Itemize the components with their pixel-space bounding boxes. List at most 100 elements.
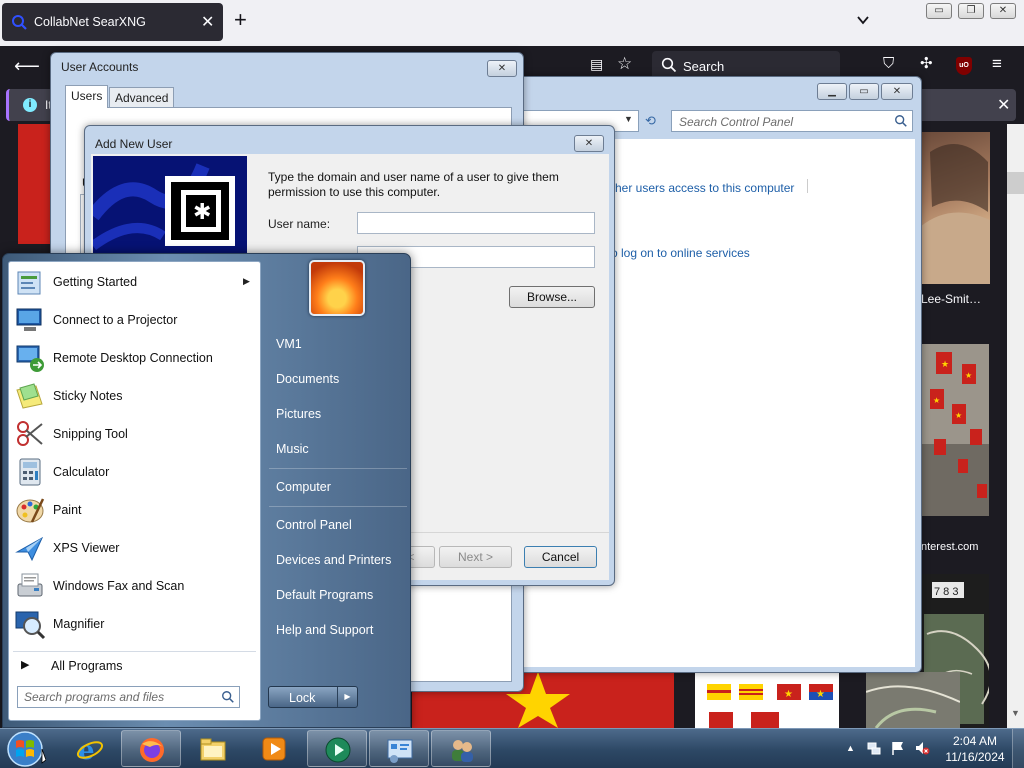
refresh-icon[interactable]: ⟲ <box>645 113 656 129</box>
sm-item-calculator[interactable]: Calculator <box>9 453 260 491</box>
cp-maximize-button[interactable]: ▭ <box>849 83 879 100</box>
show-desktop-button[interactable] <box>1012 729 1024 768</box>
taskbar-firefox[interactable] <box>121 730 181 767</box>
user-name-label: User name: <box>268 217 331 231</box>
clock-date[interactable]: 11/16/2024 <box>940 750 1010 764</box>
pocket-icon[interactable]: ⛉ <box>883 55 894 72</box>
image-tile-street-flags[interactable]: ★ ★ ★ ★ <box>922 344 989 516</box>
window-minimize-button[interactable]: ▭ <box>926 3 952 19</box>
network-icon[interactable] <box>866 740 882 756</box>
cp-link-online-services[interactable]: o log on to online services <box>611 246 750 260</box>
media-center-icon <box>325 737 351 763</box>
taskbar-internet-explorer[interactable]: e <box>60 730 120 767</box>
cancel-button[interactable]: Cancel <box>524 546 597 568</box>
page-scrollbar-thumb[interactable] <box>1007 172 1024 194</box>
chevron-down-icon[interactable] <box>855 12 871 28</box>
volume-muted-icon[interactable] <box>914 740 930 756</box>
sm-item-xps-viewer[interactable]: XPS Viewer <box>9 529 260 567</box>
browser-tab[interactable]: CollabNet SearXNG ✕ <box>2 3 223 41</box>
sm-item-label: Paint <box>53 503 82 517</box>
back-arrow-icon[interactable]: ⟵ <box>14 56 40 77</box>
tray-expand-icon[interactable]: ▲ <box>846 743 855 753</box>
ublock-origin-icon[interactable]: uO <box>956 57 972 75</box>
sm-right-label: VM1 <box>276 337 302 351</box>
sm-item-magnifier[interactable]: Magnifier <box>9 605 260 643</box>
sm-right-label: Music <box>276 442 309 456</box>
info-icon: i <box>23 98 37 112</box>
image-source-caption[interactable]: nterest.com <box>921 541 978 553</box>
sm-item-snipping-tool[interactable]: Snipping Tool <box>9 415 260 453</box>
sm-item-remote-desktop[interactable]: Remote Desktop Connection <box>9 339 260 377</box>
sm-right-default-programs[interactable]: Default Programs <box>269 580 409 610</box>
tab-close-icon[interactable]: ✕ <box>201 12 214 32</box>
sm-item-sticky-notes[interactable]: Sticky Notes <box>9 377 260 415</box>
start-menu-separator <box>13 651 256 652</box>
ua-close-button[interactable]: ✕ <box>487 60 517 77</box>
sm-right-music[interactable]: Music <box>269 434 409 464</box>
fax-scan-icon <box>17 573 43 597</box>
sm-right-documents[interactable]: Documents <box>269 364 409 394</box>
taskbar-user-accounts[interactable] <box>431 730 491 767</box>
paint-icon <box>16 498 45 523</box>
cp-close-button[interactable]: ✕ <box>881 83 913 100</box>
new-tab-icon[interactable]: + <box>234 9 247 31</box>
sm-item-fax-scan[interactable]: Windows Fax and Scan <box>9 567 260 605</box>
user-avatar[interactable] <box>309 260 365 316</box>
wizard-key-icon: ✱ <box>93 156 247 256</box>
taskbar-control-panel[interactable] <box>369 730 429 767</box>
taskbar-explorer[interactable] <box>183 730 243 767</box>
sm-right-devices-printers[interactable]: Devices and Printers <box>269 545 409 575</box>
sm-right-help-support[interactable]: Help and Support <box>269 615 409 645</box>
start-button[interactable] <box>4 729 47 768</box>
users-wizard-art: ✱ <box>93 156 247 256</box>
shutdown-options-arrow-icon[interactable]: ▶ <box>337 687 357 707</box>
hamburger-menu-icon[interactable]: ≡ <box>992 54 1002 74</box>
address-dropdown-icon[interactable]: ▼ <box>624 114 633 124</box>
taskbar: e ▲ 2:04 AM 11/16/2024 <box>0 728 1024 768</box>
bookmark-star-icon[interactable]: ☆ <box>617 54 632 74</box>
flags-chart-image[interactable]: ★ ★ <box>695 672 839 728</box>
browser-tab-strip: CollabNet SearXNG ✕ + ▭ ❐ ✕ <box>0 0 1024 46</box>
start-search-input[interactable]: Search programs and files <box>17 686 240 708</box>
notification-close-icon[interactable]: ✕ <box>997 95 1010 115</box>
sm-item-getting-started[interactable]: Getting Started ▶ <box>9 263 260 301</box>
svg-text:✱: ✱ <box>193 200 211 225</box>
sm-right-label: Control Panel <box>276 518 352 532</box>
extensions-puzzle-icon[interactable]: ✣ <box>920 54 933 72</box>
tab-advanced[interactable]: Advanced <box>109 87 175 107</box>
anu-close-button[interactable]: ✕ <box>574 135 604 152</box>
next-button[interactable]: Next > <box>439 546 512 568</box>
sm-item-paint[interactable]: Paint <box>9 491 260 529</box>
map-image-bottom[interactable] <box>866 672 960 728</box>
cp-link-other-users[interactable]: other users access to this computer <box>605 181 794 195</box>
cp-search-input[interactable]: Search Control Panel <box>671 110 913 132</box>
clock-time[interactable]: 2:04 AM <box>940 734 1010 748</box>
sm-right-control-panel[interactable]: Control Panel <box>269 510 409 540</box>
sm-right-pictures[interactable]: Pictures <box>269 399 409 429</box>
sm-right-computer[interactable]: Computer <box>269 472 409 502</box>
window-restore-button[interactable]: ❐ <box>958 3 984 19</box>
image-tile-portrait[interactable] <box>920 132 990 284</box>
lock-button[interactable]: Lock ▶ <box>268 686 358 708</box>
sm-item-projector[interactable]: Connect to a Projector <box>9 301 260 339</box>
browse-button[interactable]: Browse... <box>509 286 595 308</box>
cp-minimize-button[interactable]: ▁ <box>817 83 847 100</box>
magnifier-icon <box>15 611 46 640</box>
taskbar-media-player[interactable] <box>244 730 304 767</box>
search-icon <box>661 57 677 73</box>
taskbar-media-center[interactable] <box>307 730 367 767</box>
submenu-arrow-icon[interactable]: ▶ <box>243 276 250 287</box>
image-caption[interactable]: Lee-Smit… <box>921 292 981 306</box>
all-programs-label: All Programs <box>51 659 123 673</box>
tab-users[interactable]: Users <box>65 85 109 108</box>
calculator-icon <box>19 458 41 486</box>
all-programs-button[interactable]: ▶ All Programs <box>9 653 260 681</box>
action-center-flag-icon[interactable] <box>890 740 906 756</box>
reader-view-icon[interactable]: ▤ <box>590 56 603 73</box>
scroll-down-arrow-icon[interactable]: ▼ <box>1011 708 1020 718</box>
sm-right-vm1[interactable]: VM1 <box>269 329 409 359</box>
window-close-button[interactable]: ✕ <box>990 3 1016 19</box>
svg-text:★: ★ <box>816 689 825 700</box>
user-name-input[interactable] <box>357 212 595 234</box>
page-scrollbar[interactable]: ▼ <box>1007 124 1024 728</box>
